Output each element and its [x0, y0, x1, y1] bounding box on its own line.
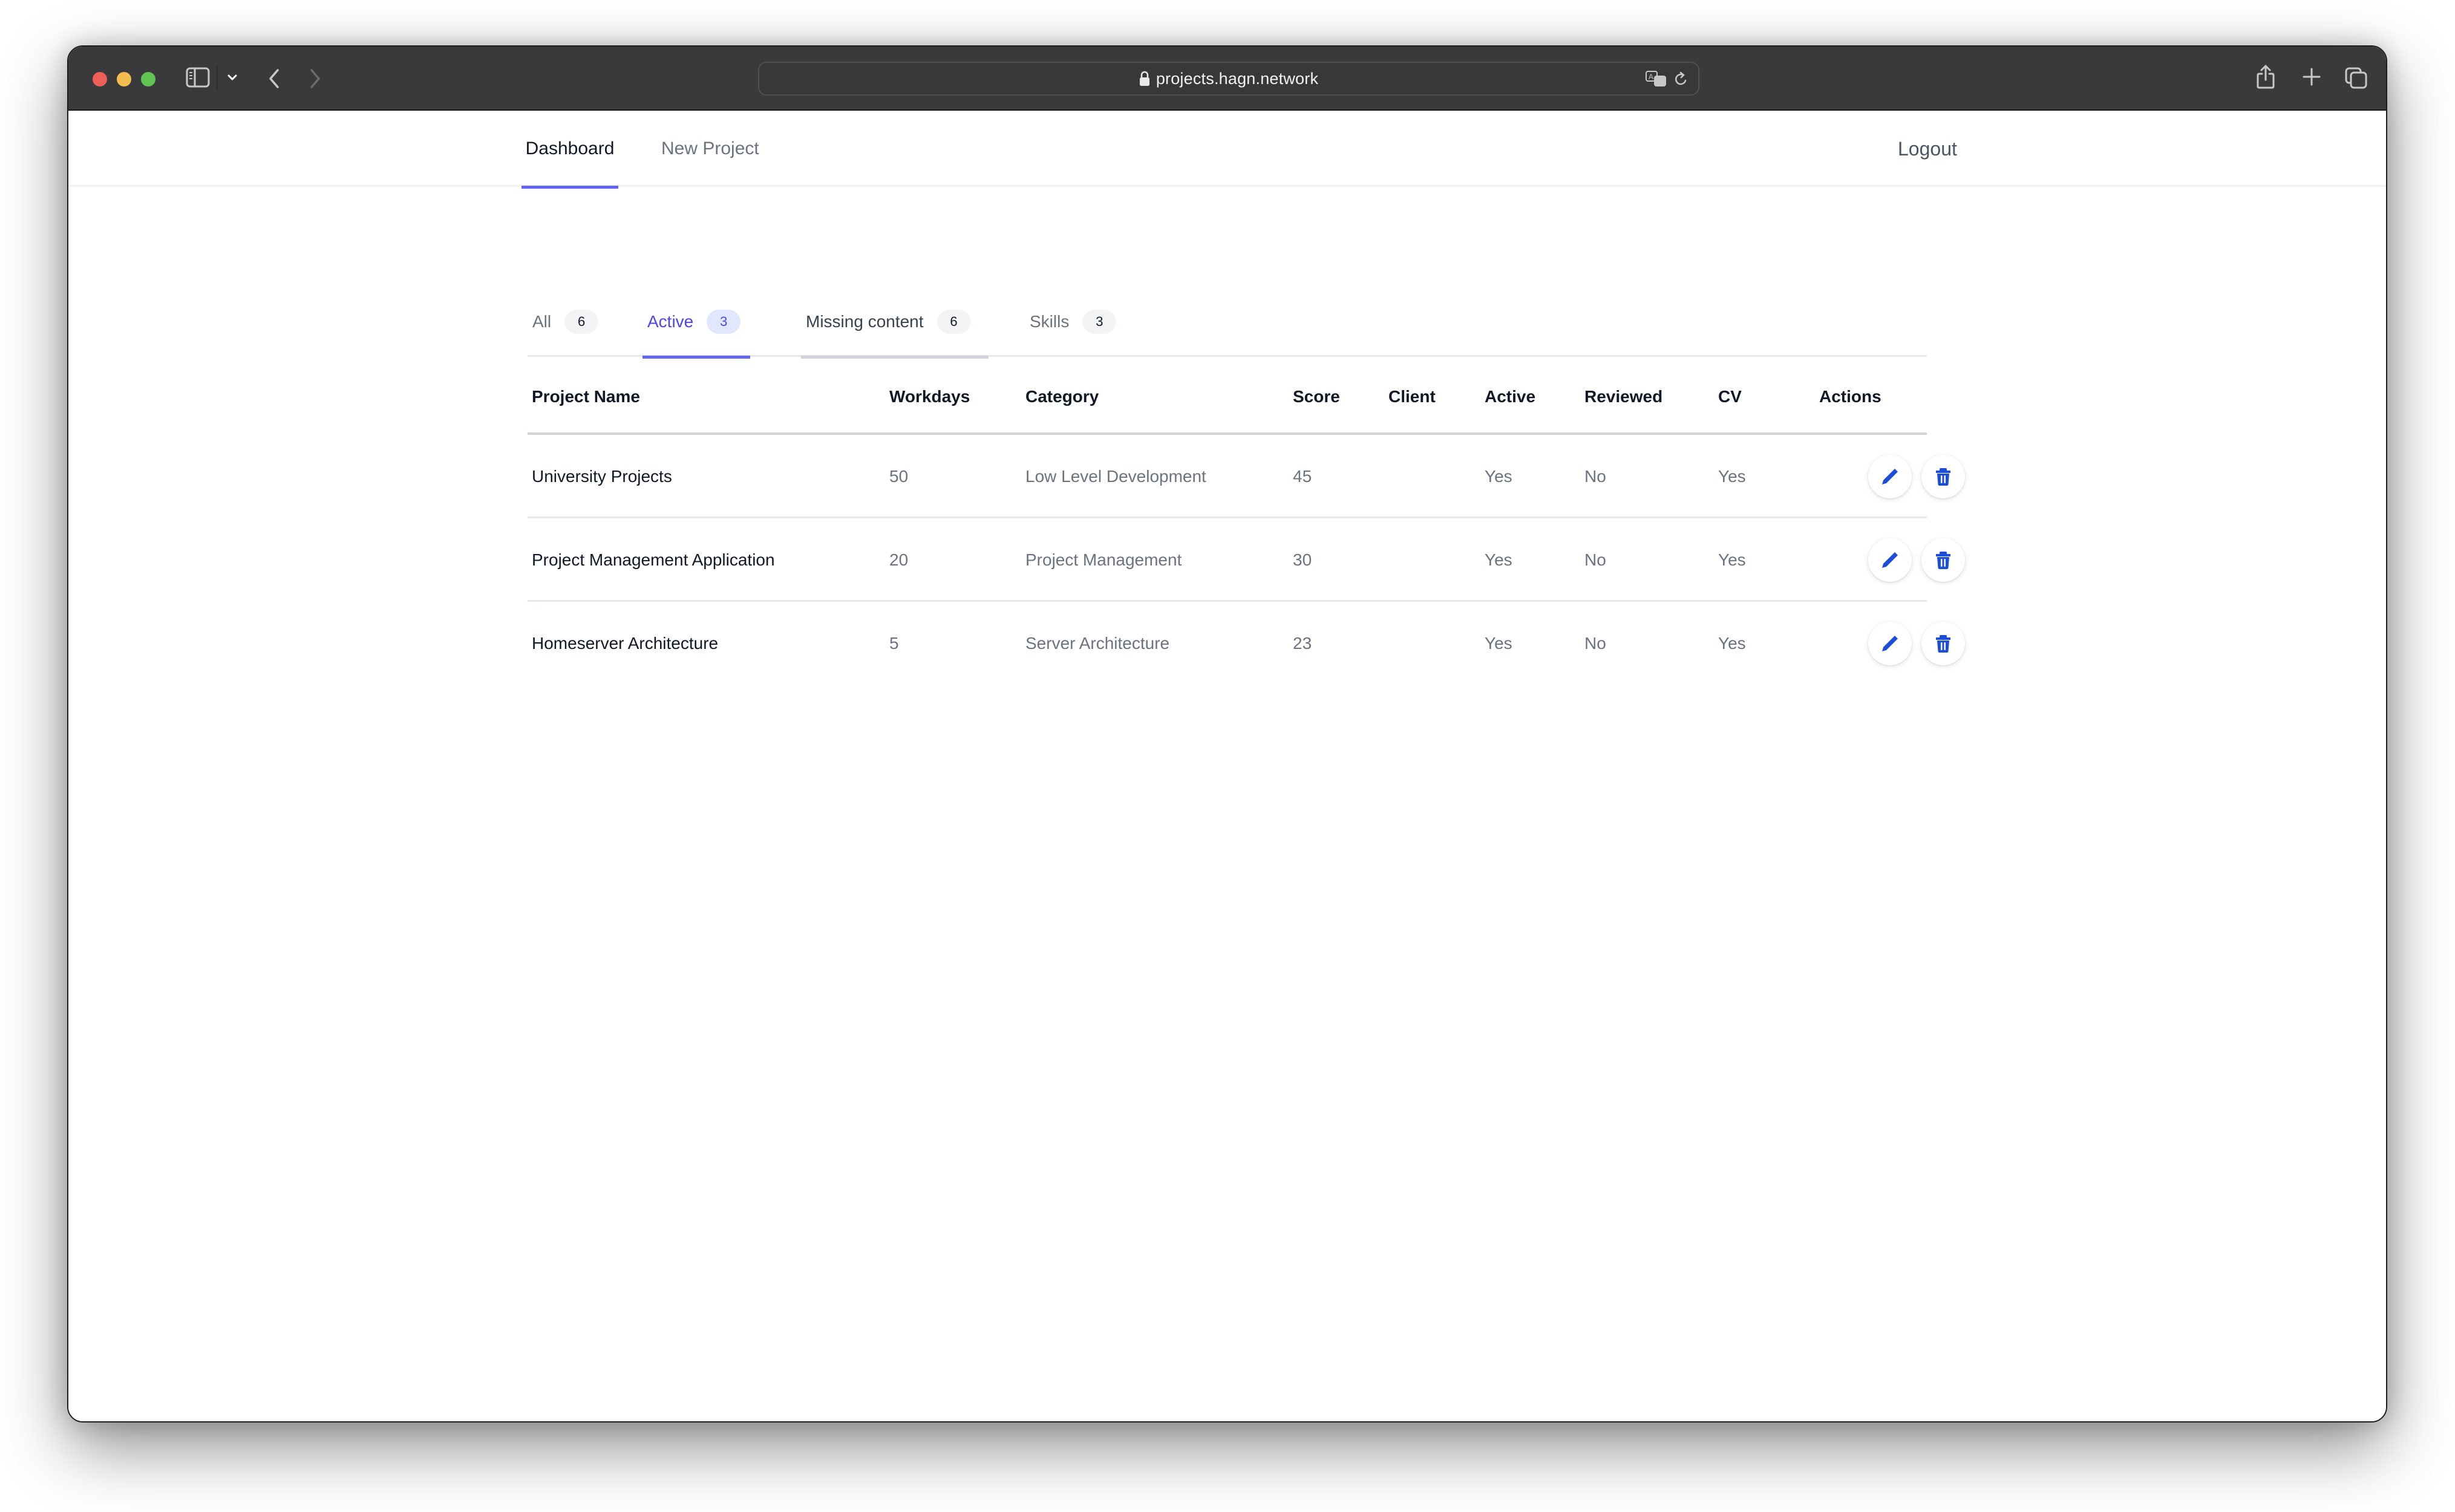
tab-label: Missing content [806, 311, 924, 331]
tab-count-badge: 3 [1082, 309, 1117, 334]
column-header-cv: CV [1718, 387, 1742, 406]
tab-missing-content[interactable]: Missing content 6 [801, 286, 989, 359]
table-header: Project Name Workdays Category Score Cli… [528, 359, 1927, 435]
close-window-button[interactable] [93, 72, 107, 86]
address-bar[interactable]: projects.hagn.network A [758, 62, 1699, 96]
cv-status: Yes [1718, 634, 1746, 653]
zoom-window-button[interactable] [141, 72, 155, 86]
column-header-category: Category [1025, 387, 1099, 406]
chevron-right-icon[interactable] [306, 67, 324, 90]
column-header-reviewed: Reviewed [1584, 387, 1663, 406]
browser-window: projects.hagn.network A Dashboard New Pr… [67, 45, 2387, 1422]
workdays: 5 [889, 634, 899, 653]
score: 23 [1293, 634, 1312, 653]
tab-count-badge: 6 [564, 309, 599, 334]
lock-icon [1139, 71, 1150, 86]
nav-new-project[interactable]: New Project [655, 111, 765, 187]
edit-button[interactable] [1868, 455, 1912, 498]
reviewed-status: No [1584, 550, 1606, 569]
reviewed-status: No [1584, 634, 1606, 653]
table-row: Project Management Application 20 Projec… [528, 518, 1965, 602]
delete-button[interactable] [1921, 622, 1965, 665]
project-name: University Projects [532, 467, 672, 486]
filter-tabs: All 6 Active 3 Missing content 6 Skills … [528, 286, 1927, 359]
project-name: Project Management Application [532, 550, 775, 569]
cv-status: Yes [1718, 467, 1746, 486]
edit-button[interactable] [1868, 538, 1912, 582]
page-content: Dashboard New Project Logout All 6 Activ… [68, 111, 2386, 1421]
project-name: Homeserver Architecture [532, 634, 719, 653]
pencil-icon [1882, 636, 1898, 651]
category: Project Management [1025, 550, 1182, 569]
row-actions [1868, 435, 1965, 518]
trash-icon [1936, 635, 1950, 653]
tab-all[interactable]: All 6 [528, 286, 603, 357]
edit-button[interactable] [1868, 622, 1912, 665]
category: Low Level Development [1025, 467, 1206, 486]
tab-label: Active [647, 311, 694, 331]
svg-text:A: A [1649, 73, 1653, 81]
tab-count-badge: 3 [707, 309, 741, 334]
column-header-workdays: Workdays [889, 387, 970, 406]
score: 45 [1293, 467, 1312, 486]
table-row: University Projects 50 Low Level Develop… [528, 435, 1965, 518]
url-text: projects.hagn.network [1156, 69, 1319, 88]
column-header-project-name: Project Name [532, 387, 640, 406]
column-header-score: Score [1293, 387, 1340, 406]
minimize-window-button[interactable] [117, 72, 131, 86]
category: Server Architecture [1025, 634, 1170, 653]
active-status: Yes [1485, 634, 1512, 653]
translate-icon[interactable]: A [1645, 70, 1667, 88]
table-row: Homeserver Architecture 5 Server Archite… [528, 602, 1965, 685]
delete-button[interactable] [1921, 538, 1965, 582]
logout-link[interactable]: Logout [1892, 111, 1963, 187]
workdays: 20 [889, 550, 909, 569]
projects-table: Project Name Workdays Category Score Cli… [528, 359, 1965, 685]
column-header-active: Active [1485, 387, 1536, 406]
pencil-icon [1882, 552, 1898, 568]
trash-icon [1936, 468, 1950, 486]
cv-status: Yes [1718, 550, 1746, 569]
active-status: Yes [1485, 550, 1512, 569]
tab-label: Skills [1030, 311, 1070, 331]
chevron-left-icon[interactable] [265, 67, 283, 90]
tab-count-badge: 6 [937, 309, 971, 334]
reviewed-status: No [1584, 467, 1606, 486]
score: 30 [1293, 550, 1312, 569]
toolbar-divider [217, 66, 218, 90]
tabs-icon[interactable] [2344, 66, 2368, 90]
chevron-down-icon[interactable] [226, 71, 239, 84]
column-header-actions: Actions [1819, 387, 1881, 406]
plus-icon[interactable] [2301, 66, 2323, 88]
tab-skills[interactable]: Skills 3 [1025, 286, 1121, 357]
pencil-icon [1882, 469, 1898, 484]
reload-icon[interactable] [1673, 70, 1688, 88]
delete-button[interactable] [1921, 455, 1965, 498]
tab-active[interactable]: Active 3 [642, 286, 750, 359]
browser-toolbar: projects.hagn.network A [68, 47, 2386, 111]
tab-label: All [532, 311, 552, 331]
share-icon[interactable] [2255, 64, 2277, 90]
row-actions [1868, 602, 1965, 685]
nav-dashboard[interactable]: Dashboard [521, 111, 618, 189]
row-actions [1868, 518, 1965, 602]
column-header-client: Client [1388, 387, 1436, 406]
sidebar-icon[interactable] [186, 67, 210, 88]
trash-icon [1936, 552, 1950, 570]
workdays: 50 [889, 467, 909, 486]
top-navigation: Dashboard New Project Logout [68, 111, 2386, 189]
active-status: Yes [1485, 467, 1512, 486]
